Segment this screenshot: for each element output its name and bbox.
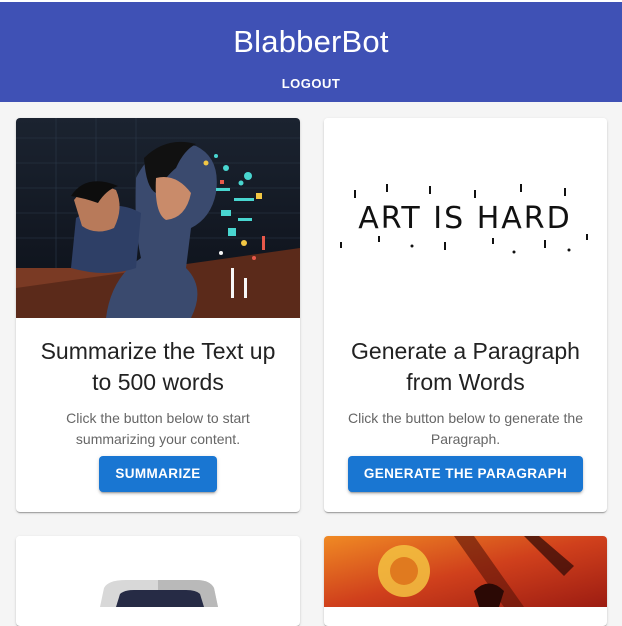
art-is-hard-illustration: ART IS HARD <box>324 118 607 318</box>
generate-paragraph-card-title: Generate a Paragraph from Words <box>351 338 580 395</box>
robot-illustration <box>16 536 300 607</box>
summarize-button[interactable]: SUMMARIZE <box>99 456 217 492</box>
generate-paragraph-card-description: Click the button below to generate the P… <box>347 410 584 447</box>
generate-paragraph-card: ART IS HARD Generate a Paragraph from Wo… <box>324 118 607 512</box>
summarize-card-description: Click the button below to start summariz… <box>66 410 250 447</box>
summarize-card: Summarize the Text up to 500 words Click… <box>16 118 300 512</box>
app-title: BlabberBot <box>233 24 389 59</box>
fire-illustration <box>324 536 607 607</box>
app-bar: BlabberBot LOGOUT <box>0 0 622 102</box>
logout-button[interactable]: LOGOUT <box>276 74 347 93</box>
generate-paragraph-button[interactable]: GENERATE THE PARAGRAPH <box>347 456 584 492</box>
fourth-card <box>324 536 607 626</box>
third-card <box>16 536 300 626</box>
summarize-illustration <box>16 118 300 318</box>
summarize-card-title: Summarize the Text up to 500 words <box>40 338 276 395</box>
art-is-hard-image-text: ART IS HARD <box>358 201 572 236</box>
